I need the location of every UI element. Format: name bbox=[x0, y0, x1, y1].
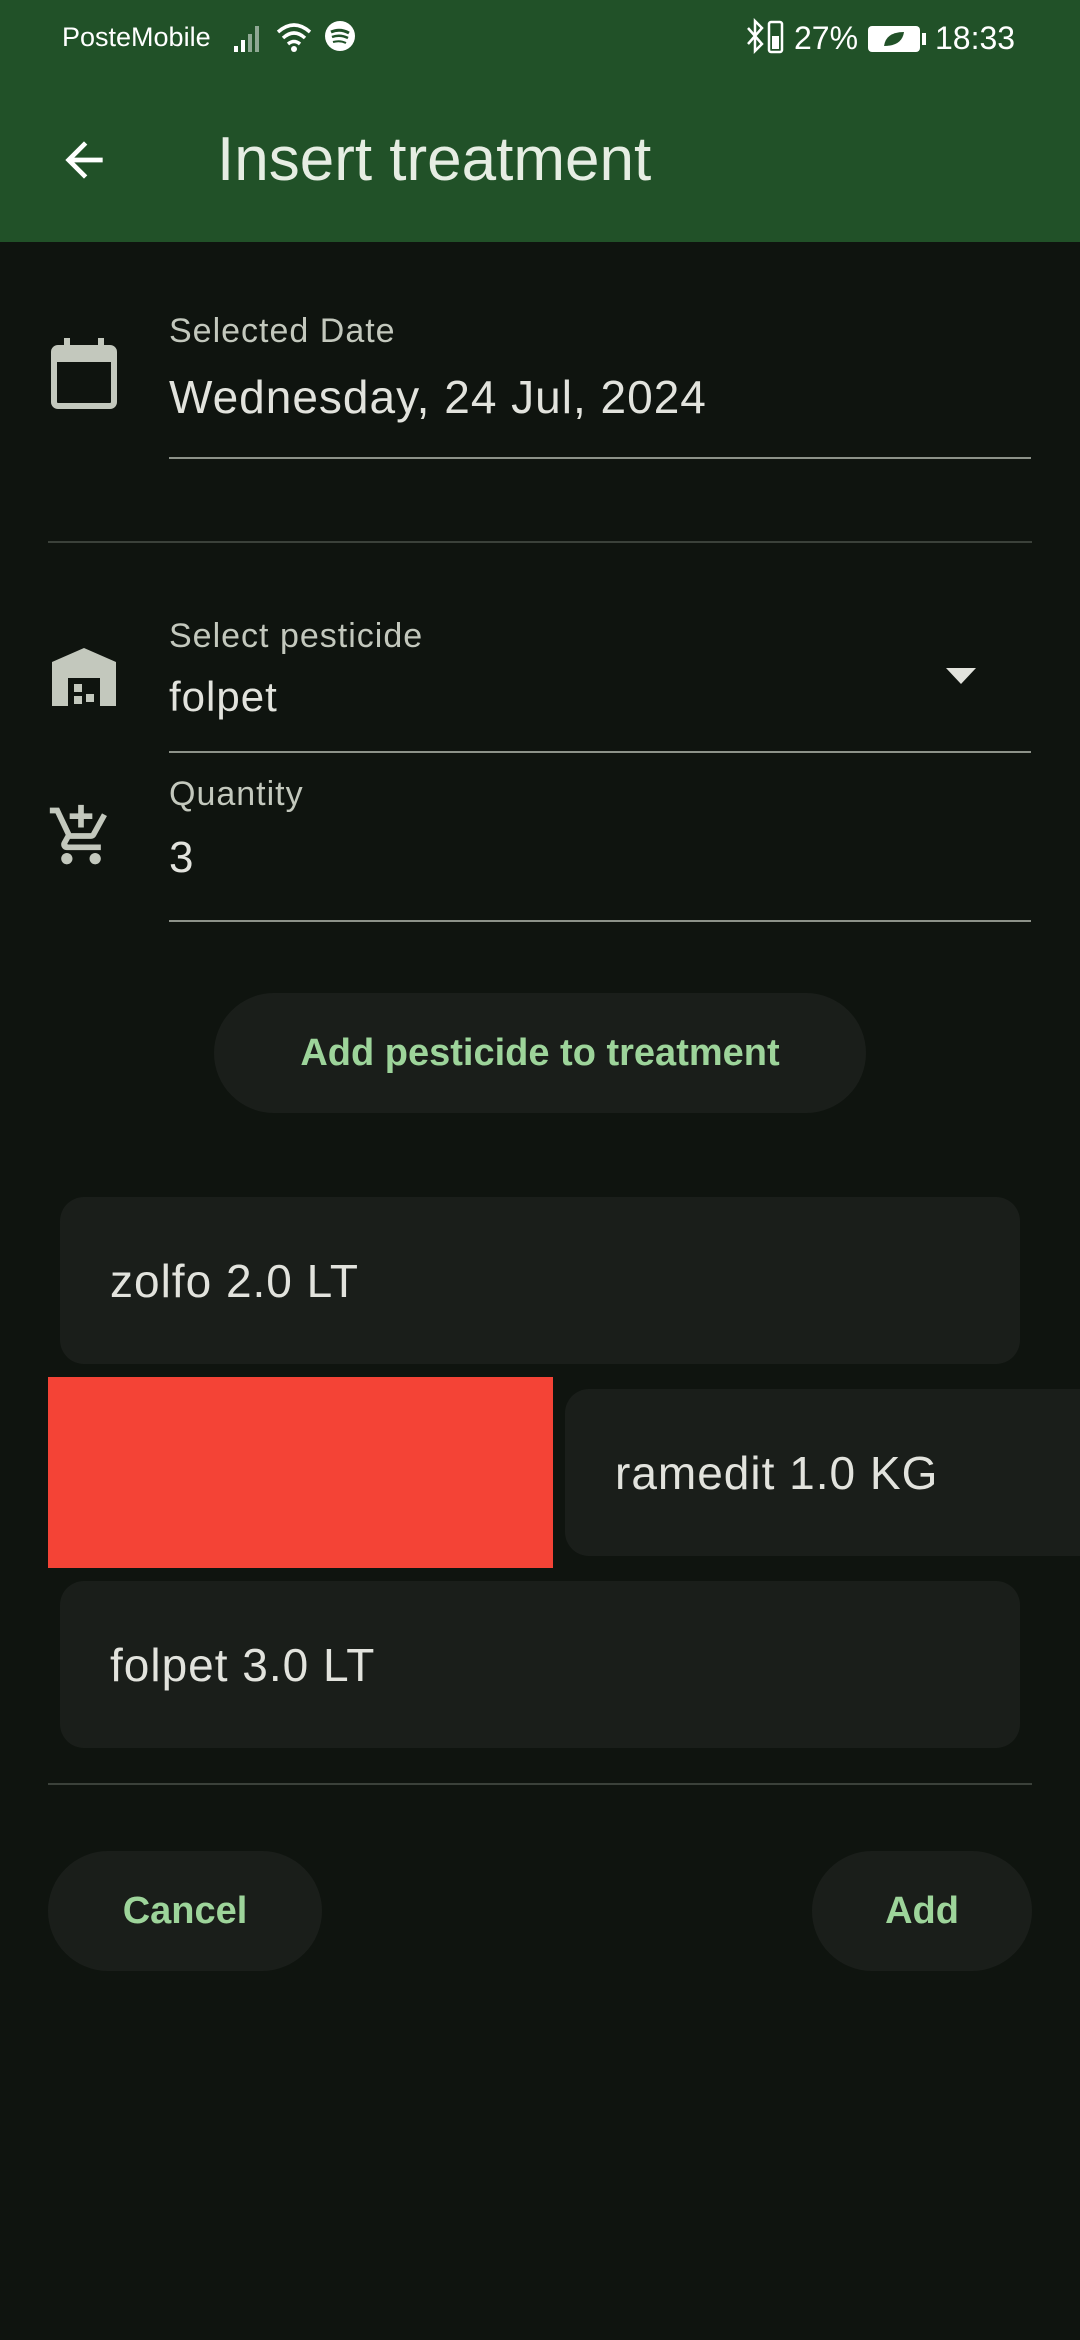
divider bbox=[48, 541, 1032, 543]
warehouse-icon bbox=[52, 648, 116, 706]
swipe-delete-background bbox=[48, 1377, 553, 1568]
wifi-icon bbox=[276, 23, 312, 46]
back-button[interactable] bbox=[44, 120, 124, 200]
add-shopping-cart-icon bbox=[49, 804, 107, 865]
arrow-back-icon bbox=[65, 141, 103, 179]
bluetooth-icon bbox=[747, 18, 784, 55]
list-item[interactable]: zolfo 2.0 LT bbox=[60, 1197, 1020, 1364]
date-field-label: Selected Date bbox=[169, 312, 396, 350]
signal-wifi-spotify-icons bbox=[234, 21, 355, 52]
app-bar: Insert treatment bbox=[0, 76, 1080, 242]
cancel-button[interactable]: Cancel bbox=[48, 1851, 322, 1971]
pesticide-select-underline bbox=[169, 751, 1031, 753]
quantity-field[interactable]: 3 bbox=[169, 833, 194, 883]
list-item[interactable]: folpet 3.0 LT bbox=[60, 1581, 1020, 1748]
battery-percentage: 27% bbox=[794, 20, 859, 56]
calendar-icon bbox=[51, 338, 117, 409]
clock: 18:33 bbox=[935, 20, 1016, 56]
divider bbox=[48, 1783, 1032, 1785]
quantity-field-underline bbox=[169, 920, 1031, 922]
dropdown-arrow-icon[interactable] bbox=[946, 668, 976, 684]
list-item[interactable]: ramedit 1.0 KG bbox=[565, 1389, 1080, 1556]
battery-saver-icon bbox=[868, 26, 926, 52]
page-title: Insert treatment bbox=[217, 125, 652, 194]
date-field[interactable]: Wednesday, 24 Jul, 2024 bbox=[169, 370, 707, 424]
signal-icon bbox=[234, 26, 259, 52]
quantity-field-label: Quantity bbox=[169, 775, 304, 813]
pesticide-select[interactable]: folpet bbox=[169, 673, 278, 721]
add-pesticide-button[interactable]: Add pesticide to treatment bbox=[214, 993, 866, 1113]
spotify-icon bbox=[325, 21, 355, 51]
pesticide-select-label: Select pesticide bbox=[169, 617, 424, 655]
date-field-underline bbox=[169, 457, 1031, 459]
wifi-dot bbox=[291, 46, 297, 52]
add-button[interactable]: Add bbox=[812, 1851, 1032, 1971]
carrier-name: PosteMobile bbox=[62, 22, 211, 52]
status-bar: PosteMobile 27% 18:33 bbox=[0, 0, 1080, 76]
